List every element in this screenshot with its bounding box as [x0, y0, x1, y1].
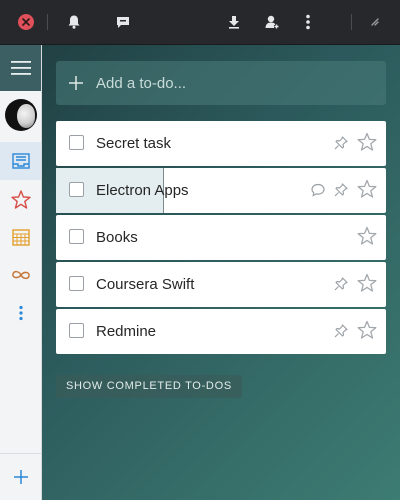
- add-list-button[interactable]: [0, 453, 41, 500]
- add-todo-placeholder: Add a to-do...: [96, 74, 187, 92]
- close-button[interactable]: [16, 0, 36, 44]
- task-checkbox[interactable]: [69, 135, 84, 150]
- hamburger-icon: [10, 61, 31, 75]
- task-row[interactable]: Secret task: [56, 121, 386, 166]
- sync-button[interactable]: [224, 0, 244, 44]
- task-checkbox[interactable]: [69, 182, 84, 197]
- plus-icon: [56, 75, 96, 91]
- sidebar: [0, 45, 42, 500]
- plus-icon: [13, 470, 28, 484]
- sidebar-menu-button[interactable]: [0, 45, 41, 91]
- task-row[interactable]: Books: [56, 215, 386, 260]
- star-icon[interactable]: [357, 273, 377, 293]
- sidebar-item-week[interactable]: [0, 218, 41, 256]
- more-vertical-icon: [306, 14, 310, 30]
- bell-icon: [68, 15, 80, 29]
- task-title: Books: [96, 229, 138, 246]
- star-icon[interactable]: [357, 179, 377, 199]
- calendar-icon: [11, 229, 30, 246]
- share-list-button[interactable]: [262, 0, 282, 44]
- show-completed-button[interactable]: SHOW COMPLETED TO-DOS: [56, 375, 242, 398]
- task-title: Secret task: [96, 135, 172, 152]
- comment-icon: [117, 17, 129, 28]
- star-icon[interactable]: [357, 320, 377, 340]
- sidebar-item-inbox[interactable]: [0, 142, 41, 180]
- task-title: Redmine: [96, 323, 157, 340]
- comment-icon: [311, 183, 325, 197]
- task-checkbox[interactable]: [69, 323, 84, 338]
- sidebar-item-all[interactable]: [0, 256, 41, 294]
- inbox-icon: [11, 153, 30, 169]
- more-vertical-icon: [18, 305, 23, 321]
- pin-icon: [334, 136, 348, 150]
- task-checkbox[interactable]: [69, 276, 84, 291]
- task-title: Coursera Swift: [96, 276, 195, 293]
- star-icon[interactable]: [357, 132, 377, 152]
- star-icon: [10, 189, 31, 209]
- window-toolbar: [0, 0, 400, 45]
- pin-icon: [334, 183, 348, 197]
- conversations-button[interactable]: [112, 0, 134, 44]
- infinity-icon: [11, 270, 30, 280]
- toolbar-divider: [47, 14, 48, 30]
- pin-icon: [334, 324, 348, 338]
- more-options-button[interactable]: [300, 0, 316, 44]
- task-row[interactable]: Electron Apps: [56, 168, 386, 213]
- task-checkbox[interactable]: [69, 229, 84, 244]
- user-avatar-button[interactable]: [0, 96, 41, 134]
- notifications-button[interactable]: [64, 0, 84, 44]
- close-icon: [18, 14, 34, 30]
- sidebar-item-more[interactable]: [0, 294, 41, 332]
- task-row[interactable]: Coursera Swift: [56, 262, 386, 307]
- sidebar-item-starred[interactable]: [0, 180, 41, 218]
- task-title: Electron Apps: [96, 182, 189, 199]
- add-todo-input[interactable]: Add a to-do...: [56, 61, 386, 105]
- pin-icon: [334, 277, 348, 291]
- resize-button[interactable]: [367, 0, 383, 44]
- add-user-icon: [265, 15, 279, 29]
- task-row[interactable]: Redmine: [56, 309, 386, 354]
- star-icon[interactable]: [357, 226, 377, 246]
- avatar: [4, 99, 37, 131]
- download-icon: [229, 16, 239, 29]
- resize-icon: [371, 18, 379, 26]
- toolbar-divider: [351, 14, 352, 30]
